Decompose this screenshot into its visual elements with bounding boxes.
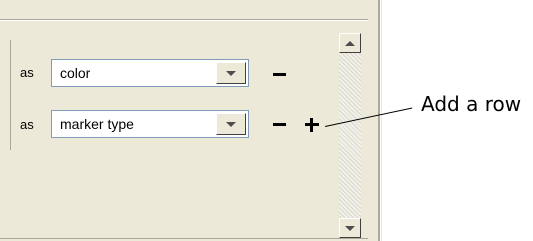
row-2-remove-button[interactable] (273, 123, 286, 126)
chevron-down-icon (226, 70, 236, 76)
scroll-up-arrow-icon (345, 40, 355, 46)
mapping-panel: as color as marker type (0, 0, 382, 241)
row-1-select[interactable]: color (51, 59, 249, 87)
row-1-as-label: as (20, 65, 34, 80)
chevron-down-icon (226, 121, 236, 127)
add-row-button[interactable] (305, 118, 319, 132)
scroll-up-button[interactable] (339, 33, 361, 53)
row-2-as-label: as (20, 117, 34, 132)
panel-border (378, 0, 381, 241)
vertical-scrollbar[interactable] (339, 33, 361, 238)
row-1-select-value: color (60, 65, 91, 81)
row-2-dropdown-button[interactable] (216, 113, 246, 135)
row-2-select[interactable]: marker type (51, 110, 249, 138)
row-1-remove-button[interactable] (273, 73, 286, 76)
row-2-select-value: marker type (60, 116, 134, 132)
column-divider (10, 40, 11, 150)
row-1-dropdown-button[interactable] (216, 62, 246, 84)
scroll-down-button[interactable] (339, 218, 361, 238)
scroll-down-arrow-icon (345, 225, 355, 231)
callout-label: Add a row (421, 92, 522, 116)
